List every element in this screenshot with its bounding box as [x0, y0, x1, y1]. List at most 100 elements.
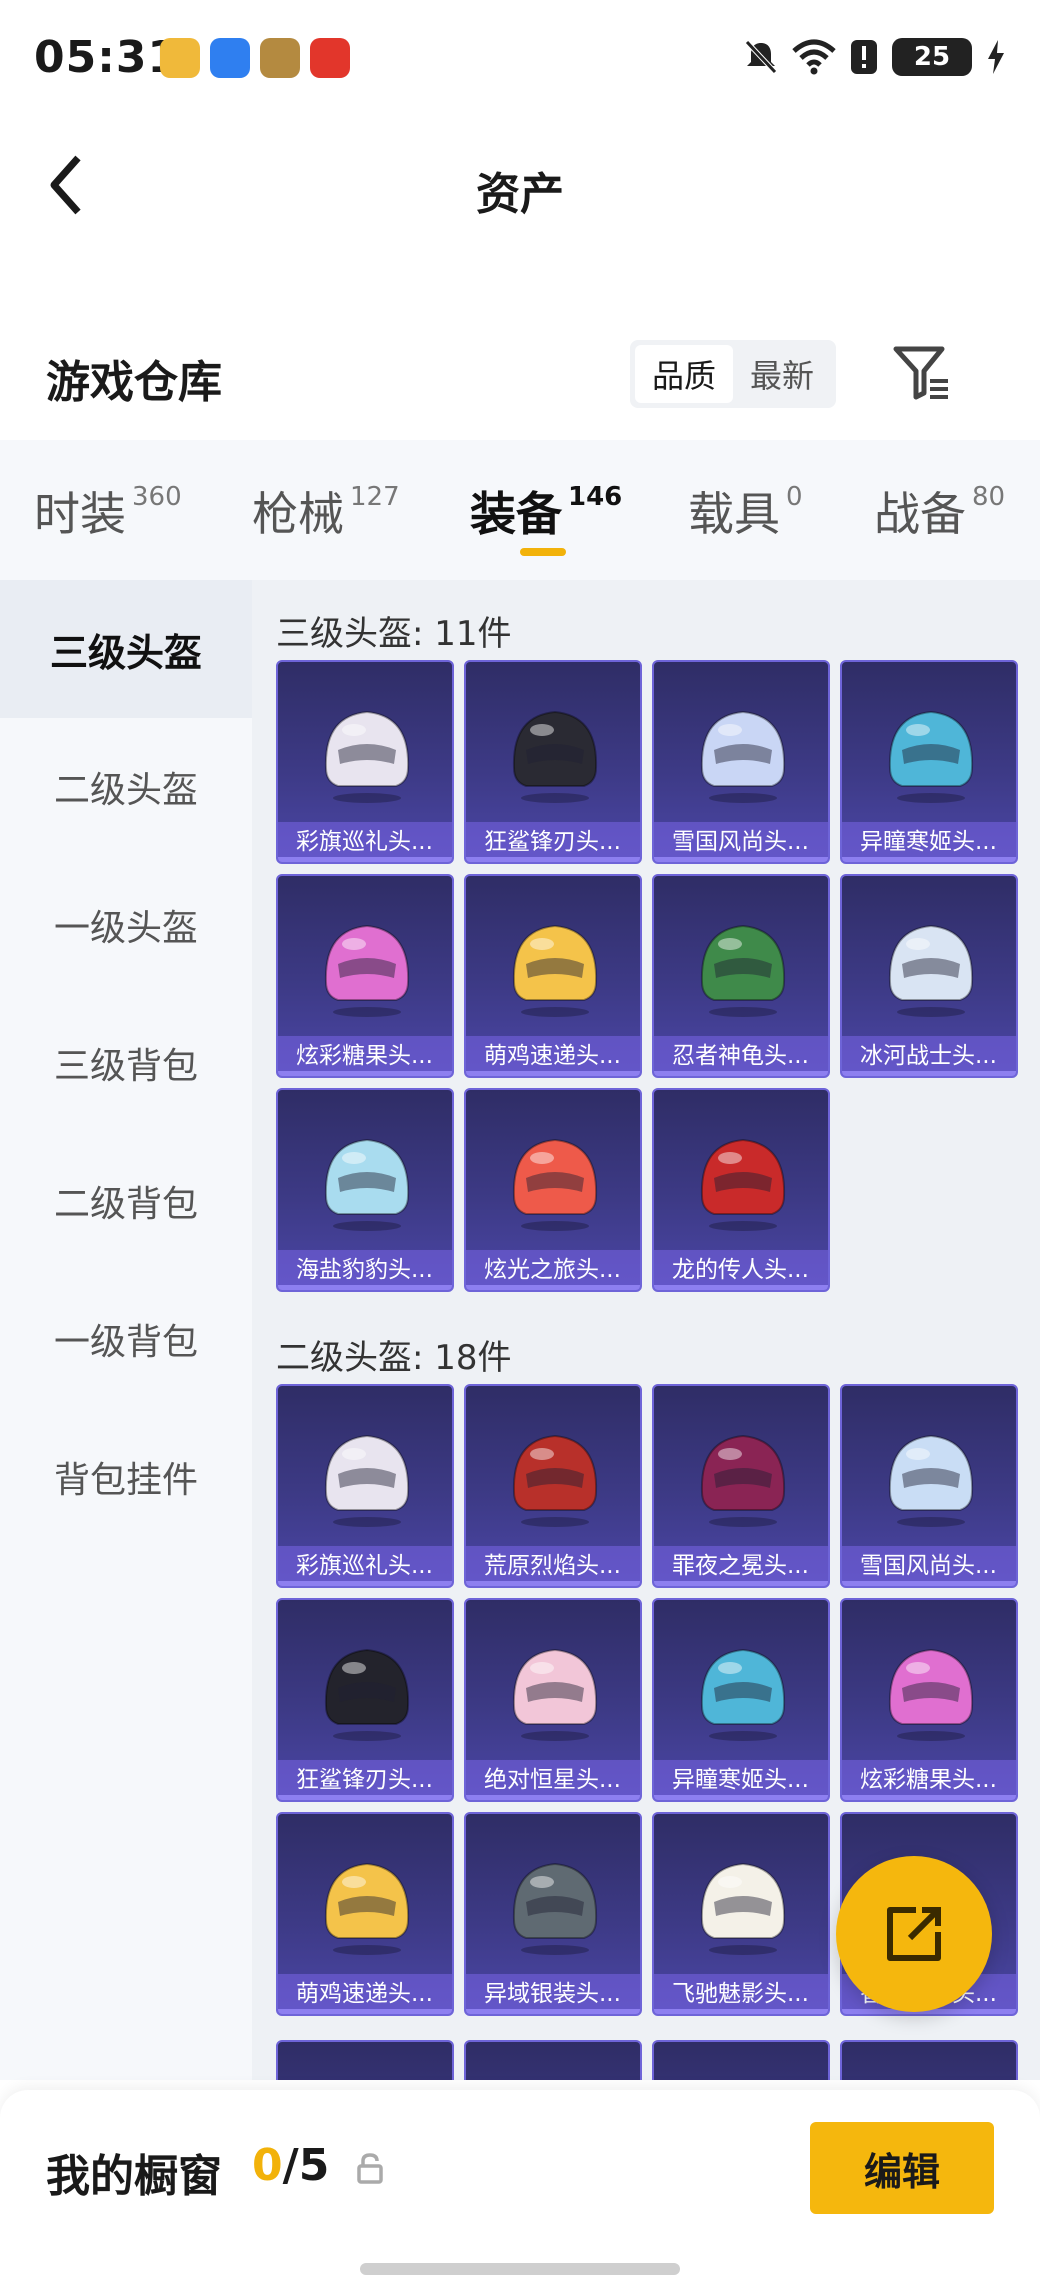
item-card[interactable]: 彩旗巡礼头... [276, 660, 454, 864]
item-name: 炫彩糖果头... [278, 1036, 452, 1076]
item-name: 萌鸡速递头... [278, 1974, 452, 2014]
tab-label: 战备 [874, 487, 966, 541]
showcase-total: /5 [282, 2140, 330, 2191]
warehouse-title: 游戏仓库 [46, 357, 222, 408]
page-header: 资产 [0, 120, 1040, 250]
share-out-icon [887, 1907, 941, 1961]
tab-count: 360 [132, 482, 182, 512]
sidebar-item-level1-helmet[interactable]: 一级头盔 [0, 856, 252, 994]
item-card[interactable]: 雪国风尚头... [840, 1384, 1018, 1588]
item-card[interactable] [840, 2040, 1018, 2080]
lock-icon [357, 2153, 383, 2184]
tab-equipment[interactable]: 装备 146 [470, 478, 622, 544]
item-name: 彩旗巡礼头... [278, 1546, 452, 1586]
item-card[interactable]: 绝对恒星头... [464, 1598, 642, 1802]
item-name: 龙的传人头... [654, 1250, 828, 1290]
subcategory-sidebar: 三级头盔 二级头盔 一级头盔 三级背包 二级背包 一级背包 背包挂件 [0, 580, 252, 2080]
item-name: 海盐豹豹头... [278, 1250, 452, 1290]
item-name: 异瞳寒姬头... [842, 822, 1016, 862]
sort-quality-button[interactable]: 品质 [635, 345, 733, 403]
sort-latest-button[interactable]: 最新 [733, 345, 831, 403]
item-name: 雪国风尚头... [654, 822, 828, 862]
item-name: 罪夜之冕头... [654, 1546, 828, 1586]
pubg-app-icon [260, 38, 300, 78]
tab-count: 0 [786, 482, 803, 512]
tab-count: 146 [568, 482, 623, 512]
home-indicator[interactable] [360, 2263, 680, 2275]
filter-button[interactable] [888, 338, 954, 408]
item-card[interactable]: 龙的传人头... [652, 1088, 830, 1292]
helmet-icon [888, 924, 974, 1017]
tab-fashion[interactable]: 时装 360 [34, 478, 182, 544]
item-card[interactable]: 炫光之旅头... [464, 1088, 642, 1292]
helmet-icon [700, 1862, 786, 1955]
item-card[interactable]: 忍者神龟头... [652, 874, 830, 1078]
sidebar-item-level2-helmet[interactable]: 二级头盔 [0, 718, 252, 856]
item-card[interactable]: 异瞳寒姬头... [840, 660, 1018, 864]
weather-app-icon [210, 38, 250, 78]
tab-combat-gear[interactable]: 战备 80 [874, 478, 1005, 544]
item-card[interactable]: 罪夜之冕头... [652, 1384, 830, 1588]
tab-label: 装备 [470, 487, 562, 541]
item-card[interactable]: 异瞳寒姬头... [652, 1598, 830, 1802]
helmet-icon [324, 1648, 410, 1741]
tab-label: 时装 [34, 487, 126, 541]
item-card[interactable]: 荒原烈焰头... [464, 1384, 642, 1588]
category-tabs: 时装 360 枪械 127 装备 146 载具 0 战备 80 [0, 440, 1040, 580]
tab-vehicles[interactable]: 载具 0 [688, 478, 803, 544]
helmet-icon [700, 1138, 786, 1231]
helmet-icon [512, 1434, 598, 1527]
item-card[interactable]: 冰河战士头... [840, 874, 1018, 1078]
item-name: 狂鲨锋刃头... [466, 822, 640, 862]
tab-firearms[interactable]: 枪械 127 [252, 478, 400, 544]
item-card[interactable]: 彩旗巡礼头... [276, 1384, 454, 1588]
item-card[interactable]: 雪国风尚头... [652, 660, 830, 864]
item-name: 萌鸡速递头... [466, 1036, 640, 1076]
helmet-icon [700, 924, 786, 1017]
item-card[interactable]: 萌鸡速递头... [464, 874, 642, 1078]
helmet-icon [512, 1138, 598, 1231]
helmet-icon [324, 924, 410, 1017]
edit-button[interactable]: 编辑 [810, 2122, 994, 2214]
helmet-icon [700, 710, 786, 803]
item-card[interactable] [464, 2040, 642, 2080]
filter-icon [893, 346, 948, 400]
share-button[interactable] [836, 1856, 992, 2012]
item-name: 冰河战士头... [842, 1036, 1016, 1076]
item-card[interactable]: 狂鲨锋刃头... [464, 660, 642, 864]
section-title: 三级头盔: 11件 [276, 614, 512, 654]
showcase-count: 0/5 [252, 2140, 329, 2191]
item-card[interactable]: 炫彩糖果头... [276, 874, 454, 1078]
item-name: 绝对恒星头... [466, 1760, 640, 1800]
item-card[interactable]: 炫彩糖果头... [840, 1598, 1018, 1802]
active-tab-indicator [520, 548, 566, 556]
item-name: 荒原烈焰头... [466, 1546, 640, 1586]
sidebar-item-level3-backpack[interactable]: 三级背包 [0, 994, 252, 1132]
item-card[interactable]: 海盐豹豹头... [276, 1088, 454, 1292]
tab-count: 127 [350, 482, 400, 512]
item-card[interactable]: 飞驰魅影头... [652, 1812, 830, 2016]
item-card[interactable]: 狂鲨锋刃头... [276, 1598, 454, 1802]
section-title: 二级头盔: 18件 [276, 1338, 512, 1378]
item-name: 雪国风尚头... [842, 1546, 1016, 1586]
status-time: 05:31 [34, 32, 180, 83]
item-card[interactable]: 萌鸡速递头... [276, 1812, 454, 2016]
item-name: 狂鲨锋刃头... [278, 1760, 452, 1800]
item-card[interactable] [652, 2040, 830, 2080]
tab-label: 载具 [688, 487, 780, 541]
helmet-icon [888, 1648, 974, 1741]
item-card[interactable]: 异域银装头... [464, 1812, 642, 2016]
sidebar-item-level3-helmet[interactable]: 三级头盔 [0, 580, 252, 718]
sidebar-item-level1-backpack[interactable]: 一级背包 [0, 1270, 252, 1408]
helmet-icon [324, 1138, 410, 1231]
sidebar-item-backpack-charm[interactable]: 背包挂件 [0, 1408, 252, 1546]
helmet-icon [512, 924, 598, 1017]
security-app-icon [310, 38, 350, 78]
helmet-icon [324, 710, 410, 803]
item-card[interactable] [276, 2040, 454, 2080]
page-title: 资产 [476, 169, 564, 220]
item-name: 彩旗巡礼头... [278, 822, 452, 862]
sidebar-item-level2-backpack[interactable]: 二级背包 [0, 1132, 252, 1270]
alert-icon [851, 40, 877, 74]
item-grid-area[interactable]: 三级头盔: 11件 彩旗巡礼头... 狂鲨锋刃头... 雪国风尚头... 异瞳寒姬头.… [252, 580, 1040, 2080]
